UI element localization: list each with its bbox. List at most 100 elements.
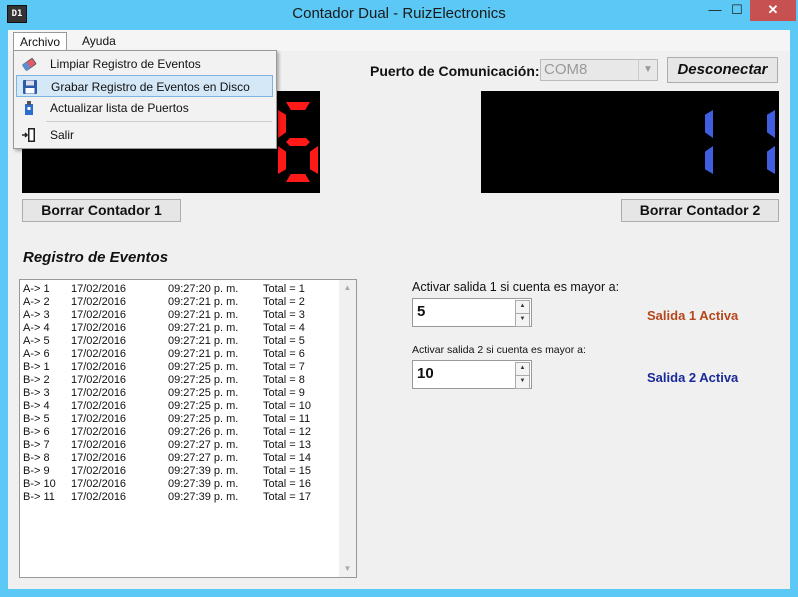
log-total: Total = 4 xyxy=(263,322,305,334)
log-time: 09:27:21 p. m. xyxy=(168,296,239,308)
title-bar[interactable]: D1 Contador Dual - RuizElectronics — ☐ ✕ xyxy=(0,0,798,30)
log-channel: A-> 4 xyxy=(23,322,50,334)
menu-item-refresh-ports[interactable]: Actualizar lista de Puertos xyxy=(16,97,273,119)
log-row[interactable]: A-> 3 17/02/2016 09:27:21 p. m. Total = 3 xyxy=(23,309,333,322)
close-button[interactable]: ✕ xyxy=(750,0,796,21)
log-row[interactable]: B-> 9 17/02/2016 09:27:39 p. m. Total = 15 xyxy=(23,465,333,478)
menu-item-save-log[interactable]: Grabar Registro de Eventos en Disco xyxy=(16,75,273,97)
log-row[interactable]: B-> 7 17/02/2016 09:27:27 p. m. Total = 13 xyxy=(23,439,333,452)
log-channel: B-> 8 xyxy=(23,452,50,464)
log-channel: B-> 1 xyxy=(23,361,50,373)
log-date: 17/02/2016 xyxy=(71,452,127,464)
log-time: 09:27:25 p. m. xyxy=(168,400,239,412)
menu-item-clear-log[interactable]: Limpiar Registro de Eventos xyxy=(16,53,273,75)
menu-ayuda[interactable]: Ayuda xyxy=(76,32,122,50)
log-channel: A-> 2 xyxy=(23,296,50,308)
output-1-threshold-value[interactable]: 5 xyxy=(417,303,425,320)
log-total: Total = 9 xyxy=(263,387,305,399)
disconnect-button[interactable]: Desconectar xyxy=(667,57,778,83)
display-segment xyxy=(705,110,713,138)
log-total: Total = 12 xyxy=(263,426,312,438)
display-segment xyxy=(705,146,713,174)
stepper-down-icon[interactable]: ▼ xyxy=(515,313,530,327)
log-time: 09:27:27 p. m. xyxy=(168,439,239,451)
output-2-threshold-value[interactable]: 10 xyxy=(417,365,434,382)
event-log-list[interactable]: A-> 1 17/02/2016 09:27:20 p. m. Total = 1 A-… xyxy=(19,279,357,578)
log-time: 09:27:39 p. m. xyxy=(168,465,239,477)
log-row[interactable]: B-> 3 17/02/2016 09:27:25 p. m. Total = 9 xyxy=(23,387,333,400)
menu-item-label: Salir xyxy=(50,128,75,142)
log-row[interactable]: B-> 1 17/02/2016 09:27:25 p. m. Total = 7 xyxy=(23,361,333,374)
clear-counter-1-button[interactable]: Borrar Contador 1 xyxy=(22,199,181,222)
log-channel: A-> 6 xyxy=(23,348,50,360)
log-date: 17/02/2016 xyxy=(71,361,127,373)
log-date: 17/02/2016 xyxy=(71,335,127,347)
refresh-ports-icon xyxy=(25,101,33,115)
log-date: 17/02/2016 xyxy=(71,478,127,490)
scroll-down-icon[interactable]: ▼ xyxy=(339,561,356,577)
log-total: Total = 1 xyxy=(263,283,305,295)
log-row[interactable]: B-> 4 17/02/2016 09:27:25 p. m. Total = 10 xyxy=(23,400,333,413)
output-2-threshold-stepper[interactable]: 10 ▲ ▼ xyxy=(412,360,532,389)
window-title: Contador Dual - RuizElectronics xyxy=(292,5,506,22)
log-row[interactable]: A-> 4 17/02/2016 09:27:21 p. m. Total = 4 xyxy=(23,322,333,335)
client-area: Archivo Ayuda Puerto de Comunicación: CO… xyxy=(8,30,790,589)
maximize-button[interactable]: ☐ xyxy=(722,0,752,21)
counter-2-digit-group xyxy=(705,110,775,174)
log-row[interactable]: B-> 8 17/02/2016 09:27:27 p. m. Total = 14 xyxy=(23,452,333,465)
output-1-threshold-stepper[interactable]: 5 ▲ ▼ xyxy=(412,298,532,327)
menu-item-label: Grabar Registro de Eventos en Disco xyxy=(51,80,250,94)
archivo-dropdown-menu: Limpiar Registro de Eventos Grabar Regis… xyxy=(13,50,277,149)
log-channel: B-> 11 xyxy=(23,491,55,503)
log-date: 17/02/2016 xyxy=(71,400,127,412)
log-row[interactable]: A-> 2 17/02/2016 09:27:21 p. m. Total = 2 xyxy=(23,296,333,309)
log-row[interactable]: B-> 10 17/02/2016 09:27:39 p. m. Total = 16 xyxy=(23,478,333,491)
log-row[interactable]: B-> 2 17/02/2016 09:27:25 p. m. Total = 8 xyxy=(23,374,333,387)
log-total: Total = 14 xyxy=(263,452,312,464)
log-time: 09:27:21 p. m. xyxy=(168,348,239,360)
exit-door-icon xyxy=(22,128,35,142)
display-segment xyxy=(310,146,318,174)
event-log-scrollbar[interactable]: ▲ ▼ xyxy=(339,280,356,577)
log-time: 09:27:25 p. m. xyxy=(168,361,239,373)
log-row[interactable]: A-> 5 17/02/2016 09:27:21 p. m. Total = 5 xyxy=(23,335,333,348)
log-date: 17/02/2016 xyxy=(71,439,127,451)
log-channel: B-> 7 xyxy=(23,439,50,451)
log-total: Total = 10 xyxy=(263,400,312,412)
chevron-down-icon[interactable]: ▼ xyxy=(638,60,657,80)
log-total: Total = 15 xyxy=(263,465,312,477)
log-row[interactable]: B-> 11 17/02/2016 09:27:39 p. m. Total = 17 xyxy=(23,491,333,504)
log-row[interactable]: A-> 1 17/02/2016 09:27:20 p. m. Total = 1 xyxy=(23,283,333,296)
log-time: 09:27:20 p. m. xyxy=(168,283,239,295)
log-channel: B-> 2 xyxy=(23,374,50,386)
display-segment xyxy=(278,146,286,174)
log-row[interactable]: A-> 6 17/02/2016 09:27:21 p. m. Total = 6 xyxy=(23,348,333,361)
log-time: 09:27:25 p. m. xyxy=(168,374,239,386)
log-channel: B-> 3 xyxy=(23,387,50,399)
stepper-up-icon[interactable]: ▲ xyxy=(515,300,530,314)
log-time: 09:27:25 p. m. xyxy=(168,413,239,425)
display-segment xyxy=(286,102,310,110)
clear-counter-2-button[interactable]: Borrar Contador 2 xyxy=(621,199,779,222)
display-segment xyxy=(286,174,310,182)
port-select[interactable]: COM8 ▼ xyxy=(540,59,658,81)
display-segment xyxy=(278,110,286,138)
log-date: 17/02/2016 xyxy=(71,426,127,438)
scroll-up-icon[interactable]: ▲ xyxy=(339,280,356,296)
stepper-up-icon[interactable]: ▲ xyxy=(515,362,530,376)
log-time: 09:27:27 p. m. xyxy=(168,452,239,464)
log-time: 09:27:21 p. m. xyxy=(168,335,239,347)
menu-archivo[interactable]: Archivo xyxy=(13,32,68,51)
menu-item-exit[interactable]: Salir xyxy=(16,124,273,146)
output-2-status: Salida 2 Activa xyxy=(647,370,739,385)
log-time: 09:27:39 p. m. xyxy=(168,478,239,490)
counter-2-display xyxy=(481,91,779,193)
stepper-down-icon[interactable]: ▼ xyxy=(515,375,530,389)
log-channel: A-> 1 xyxy=(23,283,50,295)
log-channel: B-> 10 xyxy=(23,478,56,490)
log-channel: B-> 4 xyxy=(23,400,50,412)
log-row[interactable]: B-> 6 17/02/2016 09:27:26 p. m. Total = 12 xyxy=(23,426,333,439)
log-date: 17/02/2016 xyxy=(71,413,127,425)
log-time: 09:27:25 p. m. xyxy=(168,387,239,399)
log-row[interactable]: B-> 5 17/02/2016 09:27:25 p. m. Total = 11 xyxy=(23,413,333,426)
